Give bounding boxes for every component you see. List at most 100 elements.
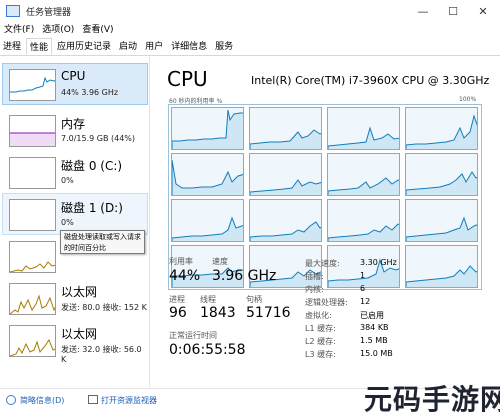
graph-max-label: 100%: [459, 96, 477, 103]
core-line: [406, 114, 477, 149]
ethernet-2-thumbnail-graph: [9, 325, 56, 357]
spec-value: 1: [360, 271, 366, 280]
network-0-thumbnail-graph: [9, 241, 56, 273]
spec-label: 虚拟化:: [305, 311, 332, 320]
core-line: [250, 179, 321, 195]
sidebar-item-disk-1[interactable]: 磁盘 1 (D:) 0%: [2, 193, 148, 235]
cpu-core-graph: [327, 199, 400, 242]
spec-value: 已启用: [360, 311, 384, 320]
cpu-core-graph: [405, 153, 478, 196]
uptime-label: 正常运行时间: [169, 331, 217, 340]
network-0-mini-line: [10, 261, 55, 272]
spec-value: 15.0 MB: [360, 349, 393, 358]
cpu-detail-panel: CPU Intel(R) Core(TM) i7-3960X CPU @ 3.3…: [160, 57, 490, 387]
cpu-core-graph: [249, 153, 322, 196]
spec-label: 插槽:: [305, 272, 324, 281]
cpu-core-graph: [171, 153, 244, 196]
speed-label: 速度: [212, 257, 228, 266]
spec-label: L1 缓存:: [305, 324, 336, 333]
speed-value: 3.96 GHz: [212, 268, 277, 284]
spec-label: L3 缓存:: [305, 350, 336, 359]
processes-value: 96: [169, 305, 187, 321]
core-line: [172, 109, 243, 149]
disk-0-thumbnail-graph: [9, 157, 56, 189]
tab-users[interactable]: 用户: [142, 38, 166, 55]
core-line: [250, 129, 321, 149]
sidebar-item-label: 内存: [61, 117, 86, 131]
tab-processes[interactable]: 进程: [0, 38, 24, 55]
spec-label: L2 缓存:: [305, 337, 336, 346]
sidebar-item-disk-0[interactable]: 磁盘 0 (C:) 0%: [2, 151, 148, 193]
handles-label: 句柄: [246, 295, 262, 304]
resource-sidebar: CPU 44% 3.96 GHz 内存 7.0/15.9 GB (44%) 磁盘…: [0, 57, 150, 387]
cpu-core-graph: [249, 199, 322, 242]
site-watermark: 元码手游网: [364, 383, 500, 416]
core-line: [328, 126, 399, 149]
close-button[interactable]: ✕: [468, 0, 498, 22]
tab-bar: 进程 性能 应用历史记录 启动 用户 详细信息 服务: [0, 38, 500, 56]
spec-value: 3.30 GHz: [360, 258, 397, 267]
sidebar-item-label: 以太网: [61, 327, 98, 341]
sidebar-item-ethernet-1[interactable]: 以太网 发送: 80.0 接收: 152 K: [2, 277, 148, 319]
spec-value: 1.5 MB: [360, 336, 388, 345]
sidebar-item-ethernet-2[interactable]: 以太网 发送: 32.0 接收: 56.0 K: [2, 319, 148, 364]
menu-view[interactable]: 查看(V): [78, 22, 117, 38]
core-line: [172, 216, 243, 241]
spec-value: 6: [360, 284, 366, 293]
minimize-button[interactable]: —: [408, 0, 438, 22]
menu-bar: 文件(F) 选项(O) 查看(V): [0, 22, 500, 38]
handles-value: 51716: [246, 305, 291, 321]
sidebar-item-value: 发送: 32.0 接收: 56.0 K: [61, 345, 142, 364]
core-line: [406, 265, 477, 287]
tab-services[interactable]: 服务: [212, 38, 236, 55]
cpu-core-graph: [405, 107, 478, 150]
disk-tooltip: 磁盘处理读取或写入请求的时间百分比: [60, 230, 145, 254]
tab-app-history[interactable]: 应用历史记录: [54, 38, 114, 55]
spec-label: 最大速度:: [305, 259, 340, 268]
cpu-model-name: Intel(R) Core(TM) i7-3960X CPU @ 3.30GHz: [251, 74, 490, 87]
cpu-core-graph: [171, 107, 244, 150]
cpu-core-graph: [327, 107, 400, 150]
memory-thumbnail-graph: [9, 115, 56, 147]
utilization-value: 44%: [169, 268, 201, 284]
core-line: [250, 221, 321, 241]
sidebar-item-value: 44% 3.96 GHz: [61, 88, 119, 97]
cpu-core-graph: [405, 199, 478, 242]
tab-details[interactable]: 详细信息: [168, 38, 210, 55]
processes-label: 进程: [169, 295, 185, 304]
menu-file[interactable]: 文件(F): [0, 22, 38, 38]
cpu-core-graph: [405, 245, 478, 288]
core-line: [406, 216, 477, 241]
sidebar-item-memory[interactable]: 内存 7.0/15.9 GB (44%): [2, 109, 148, 151]
sidebar-item-value: 0%: [61, 176, 74, 185]
sidebar-item-label: 磁盘 0 (C:): [61, 159, 123, 173]
core-line: [172, 159, 243, 195]
sidebar-item-value: 0%: [61, 218, 74, 227]
menu-options[interactable]: 选项(O): [38, 22, 78, 38]
ethernet-1-mini-line: [10, 294, 55, 314]
task-manager-icon: [6, 5, 20, 17]
core-line: [328, 177, 399, 195]
spec-label: 内核:: [305, 285, 324, 294]
memory-mini-fill: [10, 133, 55, 146]
uptime-value: 0:06:55:58: [169, 342, 246, 358]
task-manager-window: 任务管理器 — ☐ ✕ 文件(F) 选项(O) 查看(V) 进程 性能 应用历史…: [0, 0, 500, 420]
sidebar-item-label: 以太网: [61, 285, 98, 299]
page-title: CPU: [167, 67, 208, 91]
open-resource-monitor-link[interactable]: 打开资源监视器: [101, 395, 157, 406]
title-bar: 任务管理器 — ☐ ✕: [0, 0, 500, 22]
ethernet-1-thumbnail-graph: [9, 283, 56, 315]
spec-label: 逻辑处理器:: [305, 298, 348, 307]
spec-value: 384 KB: [360, 323, 389, 332]
chevron-up-icon[interactable]: [6, 395, 16, 405]
tab-startup[interactable]: 启动: [116, 38, 140, 55]
maximize-button[interactable]: ☐: [438, 0, 468, 22]
fewer-details-link[interactable]: 简略信息(D): [20, 395, 64, 406]
sidebar-item-cpu[interactable]: CPU 44% 3.96 GHz: [2, 63, 148, 105]
sidebar-item-value: 发送: 80.0 接收: 152 K: [61, 303, 147, 312]
threads-value: 1843: [200, 305, 236, 321]
tab-performance[interactable]: 性能: [26, 38, 53, 55]
sidebar-item-label: CPU: [61, 69, 86, 83]
cpu-core-graph: [327, 153, 400, 196]
spec-value: 12: [360, 297, 371, 306]
